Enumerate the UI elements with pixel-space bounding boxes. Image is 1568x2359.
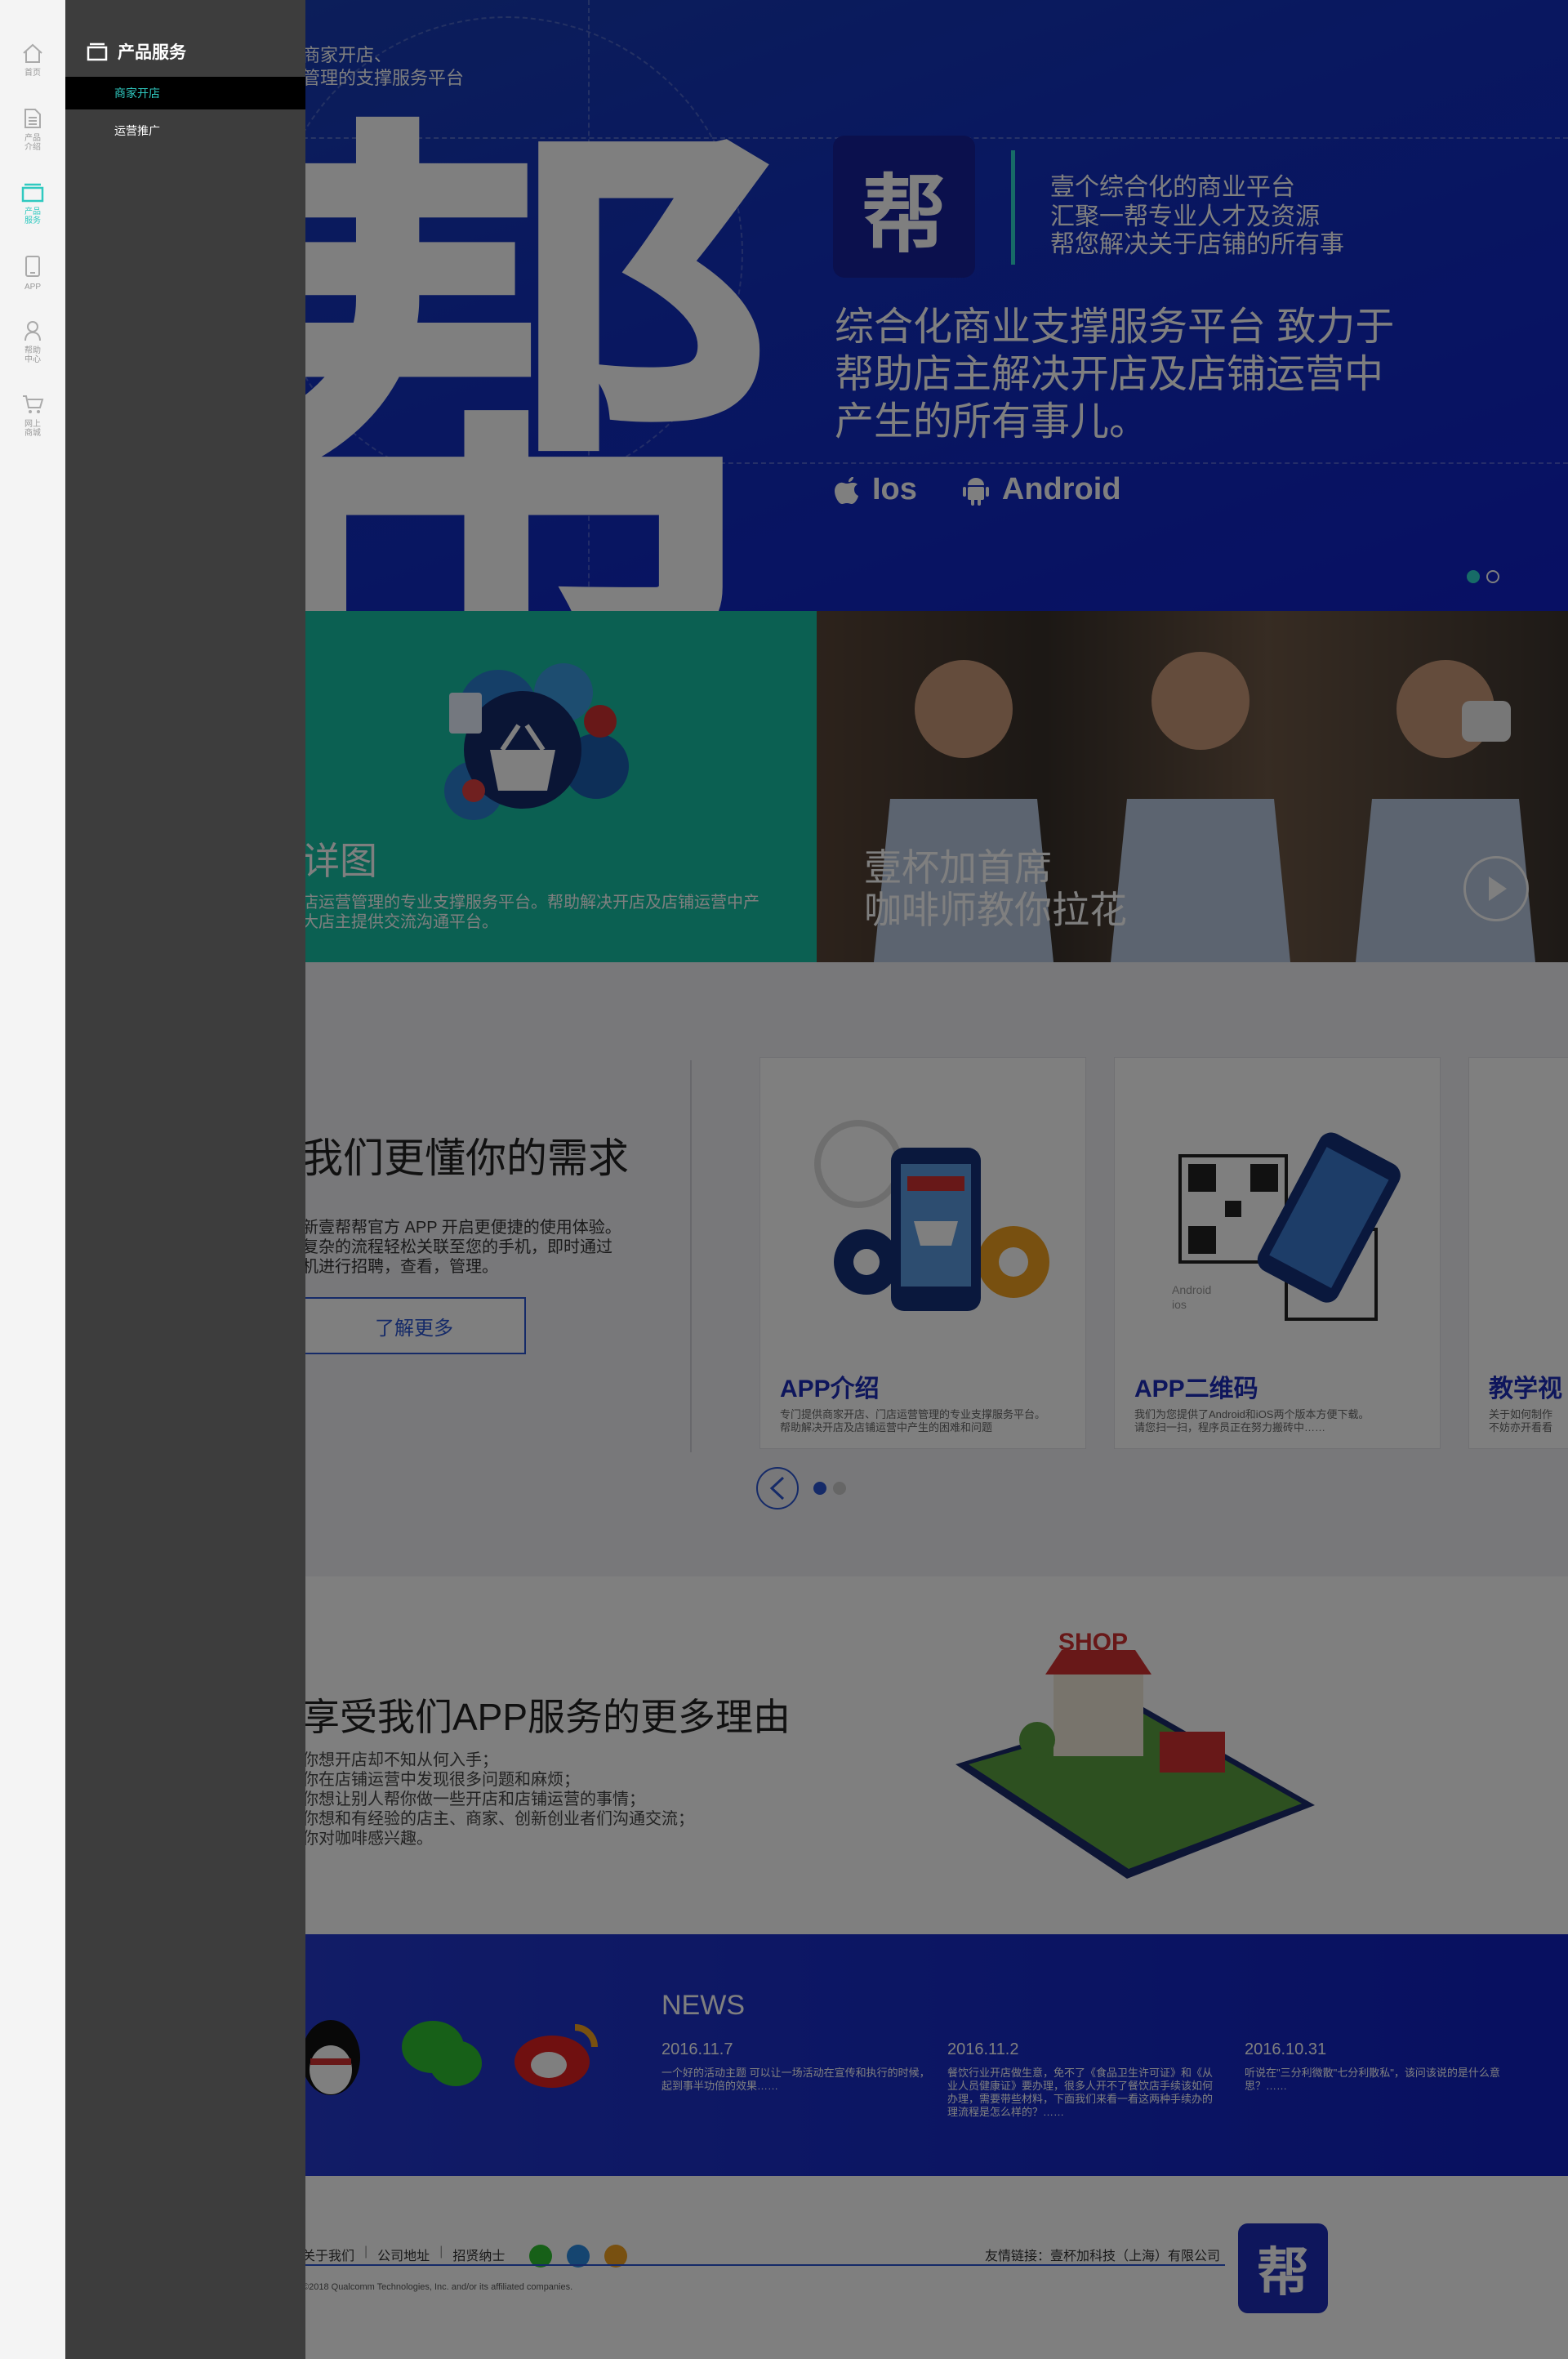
rail-item-label: 产品 介绍 [24, 134, 41, 152]
rail-item-app[interactable]: APP [0, 255, 65, 292]
rail-item-label: 帮助 中心 [24, 346, 41, 364]
drawer-title: 产品服务 [118, 43, 186, 62]
phone-icon [25, 256, 40, 277]
drawer-header: 产品服务 [87, 39, 186, 64]
rail-item-online-mall[interactable]: 网上 商城 [0, 394, 65, 438]
rail-item-label: 产品 服务 [24, 207, 41, 225]
cart-icon [23, 395, 44, 413]
rail-item-home[interactable]: 首页 [0, 42, 65, 78]
folder-icon [87, 42, 108, 61]
rail-item-product-intro[interactable]: 产品 介绍 [0, 108, 65, 152]
rail-item-label: APP [24, 283, 41, 292]
side-rail: 首页 产品 介绍 产品 服务 APP 帮助 中心 网上 商城 [0, 0, 65, 2359]
rail-item-label: 首页 [24, 69, 41, 78]
document-icon [24, 109, 41, 128]
drawer-item-merchant-open[interactable]: 商家开店 [65, 77, 305, 109]
rail-item-help-center[interactable]: 帮助 中心 [0, 320, 65, 364]
user-icon [24, 321, 41, 341]
rail-item-product-service[interactable]: 产品 服务 [0, 181, 65, 225]
home-icon [23, 43, 42, 63]
drawer-item-operation-promotion[interactable]: 运营推广 [65, 114, 305, 147]
rail-item-label: 网上 商城 [24, 420, 41, 438]
folder-icon [21, 183, 44, 203]
side-drawer: 产品服务 商家开店 运营推广 [65, 0, 305, 2359]
